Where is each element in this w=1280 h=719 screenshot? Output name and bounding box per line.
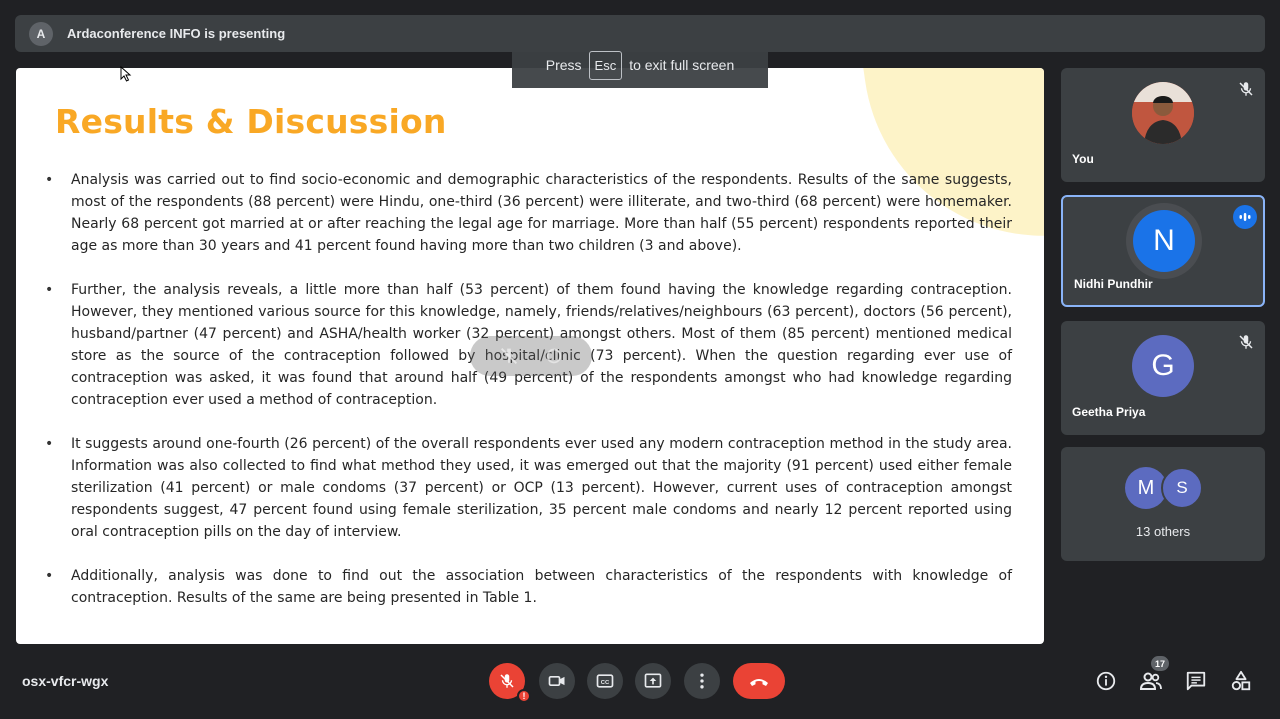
speaking-ring: N (1126, 203, 1202, 279)
activities-icon (1231, 670, 1251, 691)
participant-name: You (1072, 152, 1094, 166)
presentation-hover-controls[interactable] (470, 336, 592, 376)
present-now-button[interactable] (635, 663, 671, 699)
unpin-icon[interactable] (498, 345, 520, 367)
fullscreen-exit-icon[interactable] (543, 345, 565, 367)
presenter-avatar: A (29, 21, 53, 46)
esc-prefix: Press (545, 57, 582, 73)
camera-icon (548, 676, 565, 686)
more-options-button[interactable] (684, 663, 720, 699)
bullet-item: Additionally, analysis was done to find … (42, 565, 1012, 609)
people-icon (1139, 672, 1162, 690)
esc-key: Esc (588, 50, 623, 80)
audio-level-icon (1233, 205, 1257, 229)
mic-off-icon (500, 674, 514, 688)
user-photo-icon (1132, 82, 1194, 144)
captions-button[interactable]: CC (587, 663, 623, 699)
participant-tile-nidhi[interactable]: N Nidhi Pundhir (1061, 195, 1265, 307)
mic-off-icon (1239, 82, 1253, 96)
camera-toggle-button[interactable] (539, 663, 575, 699)
exit-fullscreen-banner: Press Esc to exit full screen (512, 42, 768, 88)
meeting-details-button[interactable] (1093, 668, 1119, 694)
participants-button[interactable] (1138, 668, 1164, 694)
participant-name: Geetha Priya (1072, 405, 1146, 419)
participant-tile-geetha[interactable]: G Geetha Priya (1061, 321, 1265, 435)
svg-text:CC: CC (601, 680, 610, 686)
others-count-label: 13 others (1135, 524, 1191, 539)
slide-title: Results & Discussion (55, 102, 447, 141)
participant-tile-you[interactable]: You (1061, 68, 1265, 182)
bullet-item: It suggests around one-fourth (26 percen… (42, 433, 1012, 543)
meeting-code: osx-vfcr-wgx (22, 673, 109, 689)
chat-icon (1186, 671, 1206, 691)
leave-call-button[interactable] (733, 663, 785, 699)
slide-bullets: Analysis was carried out to find socio-e… (42, 169, 1012, 631)
activities-button[interactable] (1228, 668, 1254, 694)
esc-suffix: to exit full screen (629, 57, 735, 73)
participant-name: Nidhi Pundhir (1074, 277, 1153, 291)
info-icon (1096, 671, 1116, 691)
warning-icon: ! (517, 689, 531, 703)
avatar: G (1132, 335, 1194, 397)
presenter-label: Ardaconference INFO is presenting (67, 26, 286, 41)
participant-tile-others[interactable]: M S 13 others (1061, 447, 1265, 561)
present-screen-icon (644, 673, 662, 688)
mouse-cursor-icon (120, 66, 132, 82)
avatar: S (1161, 467, 1203, 509)
avatar: N (1133, 210, 1195, 272)
avatar (1132, 82, 1194, 144)
bullet-item: Analysis was carried out to find socio-e… (42, 169, 1012, 257)
participant-count-badge: 17 (1151, 656, 1169, 671)
chat-button[interactable] (1183, 668, 1209, 694)
mic-off-icon (1239, 335, 1253, 349)
captions-icon: CC (596, 674, 614, 688)
hang-up-icon (750, 679, 768, 686)
more-vert-icon (700, 673, 704, 689)
mic-toggle-button[interactable]: ! (489, 663, 531, 703)
